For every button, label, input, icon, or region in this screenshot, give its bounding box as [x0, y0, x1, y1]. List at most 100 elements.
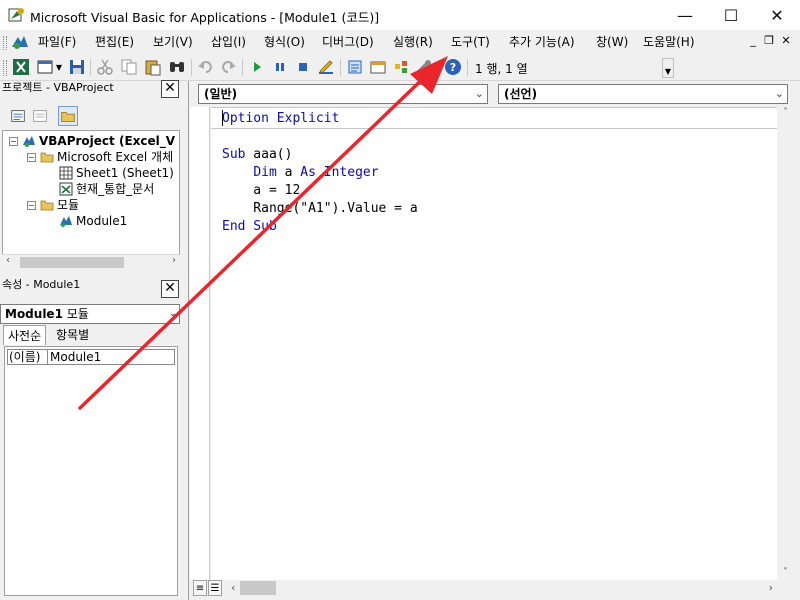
- scroll-up-icon[interactable]: ˄: [783, 107, 788, 118]
- cursor-position-readout: 1 행, 1 열: [475, 62, 528, 76]
- toolbar-separator: [90, 59, 91, 76]
- scroll-right-icon[interactable]: ›: [172, 255, 176, 266]
- menu-window[interactable]: 창(W): [596, 33, 628, 51]
- chevron-down-icon[interactable]: ⌄: [169, 305, 177, 323]
- project-explorer-icon[interactable]: [346, 58, 364, 76]
- redo-icon[interactable]: [219, 58, 237, 76]
- menu-grip-handle[interactable]: [3, 36, 7, 50]
- code-line[interactable]: Sub aaa(): [222, 146, 292, 164]
- procedure-combo[interactable]: (선언) ⌄: [498, 84, 788, 104]
- scroll-right-icon[interactable]: ›: [769, 581, 773, 594]
- menu-file[interactable]: 파일(F): [38, 33, 76, 51]
- menu-insert[interactable]: 삽입(I): [211, 33, 246, 51]
- tree-item-module1[interactable]: Module1: [59, 213, 127, 229]
- property-value[interactable]: Module1: [48, 350, 101, 364]
- close-button[interactable]: ✕: [754, 0, 800, 30]
- tree-item-sheet1[interactable]: Sheet1 (Sheet1): [59, 165, 174, 181]
- menu-debug[interactable]: 디버그(D): [322, 33, 374, 51]
- insert-userform-icon[interactable]: [36, 58, 54, 76]
- copy-icon[interactable]: [120, 58, 138, 76]
- cut-icon[interactable]: [96, 58, 114, 76]
- find-icon[interactable]: [168, 58, 186, 76]
- collapse-icon[interactable]: −: [27, 152, 36, 162]
- run-icon[interactable]: [248, 58, 266, 76]
- code-line[interactable]: Range("A1").Value = a: [222, 200, 418, 218]
- menu-format[interactable]: 형식(O): [264, 33, 305, 51]
- design-mode-icon[interactable]: [317, 58, 335, 76]
- text-caret: [222, 110, 223, 126]
- chevron-down-icon[interactable]: ⌄: [475, 85, 484, 103]
- insert-dropdown-icon[interactable]: ▼: [54, 58, 64, 76]
- properties-window-icon[interactable]: [369, 58, 387, 76]
- toolbar-separator: [340, 59, 341, 76]
- mdi-restore-button[interactable]: ❐: [762, 34, 776, 48]
- collapse-icon[interactable]: −: [27, 200, 36, 210]
- worksheet-icon: [59, 166, 73, 180]
- toolbar-options-button[interactable]: ▼: [662, 58, 674, 78]
- code-keyword: As Integer: [300, 165, 379, 180]
- toolbox-icon[interactable]: [415, 58, 433, 76]
- tree-item-thisworkbook[interactable]: 현재_통합_문서: [59, 181, 154, 197]
- menu-tools[interactable]: 도구(T): [451, 33, 490, 51]
- menu-view[interactable]: 보기(V): [153, 33, 193, 51]
- tree-item-label: Sheet1 (Sheet1): [76, 166, 174, 180]
- code-vertical-scrollbar[interactable]: ˄ ˅: [778, 107, 799, 580]
- project-tree-horizontal-scrollbar[interactable]: ‹ ›: [2, 254, 180, 270]
- view-excel-icon[interactable]: [12, 58, 30, 76]
- properties-object-select[interactable]: Module1 모듈 ⌄: [0, 304, 180, 324]
- tree-item-label: 현재_통합_문서: [76, 182, 155, 196]
- vba-project-icon: [23, 136, 35, 147]
- undo-icon[interactable]: [197, 58, 215, 76]
- maximize-button[interactable]: ☐: [708, 0, 754, 30]
- code-line[interactable]: a = 12: [222, 182, 300, 200]
- break-icon[interactable]: [271, 58, 289, 76]
- object-combo[interactable]: (일반) ⌄: [198, 84, 488, 104]
- procedure-view-icon[interactable]: ≡: [193, 580, 207, 596]
- tab-categorized[interactable]: 항목별: [52, 325, 93, 345]
- code-horizontal-scrollbar[interactable]: ‹ ›: [211, 580, 777, 598]
- scroll-left-icon[interactable]: ‹: [6, 255, 10, 266]
- menu-edit[interactable]: 편집(E): [95, 33, 134, 51]
- code-margin-indicator-bar[interactable]: [190, 107, 210, 580]
- scroll-left-icon[interactable]: ‹: [231, 581, 235, 594]
- code-text: Range("A1").Value = a: [222, 201, 418, 216]
- help-icon[interactable]: ?: [444, 58, 462, 76]
- collapse-icon[interactable]: −: [9, 136, 18, 146]
- mdi-minimize-button[interactable]: _: [746, 34, 760, 48]
- module-icon: [60, 216, 72, 227]
- view-object-icon[interactable]: [30, 106, 50, 126]
- tree-item-modules[interactable]: − 모듈: [27, 197, 79, 213]
- menu-help[interactable]: 도움말(H): [643, 33, 695, 51]
- code-text: a = 12: [222, 183, 301, 198]
- toolbar-separator: [467, 59, 468, 76]
- properties-pane-close-button[interactable]: ✕: [161, 280, 179, 298]
- menu-addins[interactable]: 추가 기능(A): [509, 33, 575, 51]
- menu-run[interactable]: 실행(R): [393, 33, 433, 51]
- code-line[interactable]: Dim a As Integer: [222, 164, 379, 182]
- save-icon[interactable]: [68, 58, 86, 76]
- procedure-combo-value: (선언): [504, 87, 538, 101]
- code-text: aaa(): [245, 147, 293, 162]
- mdi-close-button[interactable]: ✕: [779, 34, 793, 48]
- tab-alphabetic[interactable]: 사전순: [3, 325, 47, 345]
- project-pane-close-button[interactable]: ✕: [161, 80, 179, 98]
- scroll-thumb[interactable]: [240, 581, 276, 595]
- tree-item-excel-objects[interactable]: − Microsoft Excel 개체: [27, 149, 173, 165]
- property-row-name[interactable]: (이름) Module1: [7, 349, 175, 365]
- chevron-down-icon[interactable]: ⌄: [775, 85, 784, 103]
- toolbar-grip-handle[interactable]: [3, 60, 7, 76]
- scroll-thumb[interactable]: [20, 257, 124, 268]
- object-browser-icon[interactable]: [392, 58, 410, 76]
- code-line[interactable]: End Sub: [222, 218, 277, 236]
- code-line[interactable]: Option Explicit: [222, 110, 339, 128]
- tree-item-vbaproject[interactable]: − VBAProject (Excel_V: [9, 133, 175, 149]
- scroll-down-icon[interactable]: ˅: [783, 567, 788, 578]
- view-code-icon[interactable]: [8, 106, 28, 126]
- reset-icon[interactable]: [294, 58, 312, 76]
- toggle-folders-icon[interactable]: [58, 106, 78, 126]
- vba-app-icon: [8, 8, 24, 22]
- minimize-button[interactable]: —: [662, 0, 708, 30]
- vba-project-icon[interactable]: [10, 33, 30, 51]
- full-module-view-icon[interactable]: ☰: [208, 580, 222, 596]
- paste-icon[interactable]: [144, 58, 162, 76]
